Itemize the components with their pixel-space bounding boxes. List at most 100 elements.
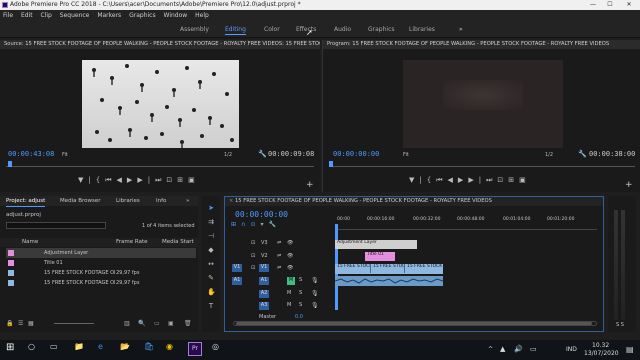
chrome-icon[interactable]: ◉ [166,342,173,351]
track-a3-solo-button[interactable]: S [299,302,302,308]
track-v1-eye-icon[interactable]: 👁 [287,265,293,271]
volume-icon[interactable]: 🔊 [514,345,523,353]
track-v3-sync-icon[interactable]: ⇌ [277,240,281,246]
tab-libraries[interactable]: Libraries [116,196,140,206]
menu-graphics[interactable]: Graphics [129,12,156,19]
mark-in-icon[interactable]: ▼ [409,176,419,184]
minimize-button[interactable]: — [586,0,600,10]
workspace-assembly[interactable]: Assembly [180,26,209,33]
step-back-icon[interactable]: ⏮ [436,176,447,184]
camera-icon[interactable]: ▣ [519,176,531,184]
menu-sequence[interactable]: Sequence [60,12,90,19]
program-settings-icon[interactable]: 🔧 [578,150,587,158]
clip-title[interactable]: Title 01 [365,252,395,261]
step-forward-icon[interactable]: ▶| [468,176,486,184]
type-tool-icon[interactable]: T [207,302,215,310]
workspace-color[interactable]: Color [264,26,280,33]
track-v2-toggle[interactable]: ⊡ [251,253,255,259]
tab-project[interactable]: Project: adjust [6,196,46,207]
source-resolution-select[interactable]: 1/2 [224,152,232,158]
edge-icon[interactable]: e [98,342,103,351]
hand-tool-icon[interactable]: ✋ [207,288,216,296]
menu-file[interactable]: File [3,12,13,19]
insert-icon[interactable]: ⊡ [166,176,177,184]
delete-icon[interactable]: 🗑 [184,320,192,327]
workspace-graphics[interactable]: Graphics [368,26,395,33]
clip-adjustment-layer[interactable]: Adjustment Layer [335,240,417,249]
lock-icon[interactable]: 🔒 [6,320,13,327]
track-a1-solo-button[interactable]: S [299,277,302,283]
razor-tool-icon[interactable]: ◆ [207,246,215,254]
step-forward-icon[interactable]: ▶| [137,176,155,184]
workspace-libraries[interactable]: Libraries [409,26,435,33]
solo-s-icon[interactable]: S S [616,322,624,328]
track-a3-label[interactable]: A3 [259,302,269,310]
program-timecode[interactable]: 00:00:00:00 [333,150,379,158]
tab-info[interactable]: Info [156,196,166,206]
project-item-title[interactable]: Title 01 [6,258,196,268]
master-volume-value[interactable]: 0.0 [295,314,303,320]
tray-arrow-icon[interactable]: ^ [488,346,493,353]
project-item-adjustment-layer[interactable]: Adjustment Layer [6,248,196,258]
source-fit-select[interactable]: Fit [62,152,68,158]
timeline-settings-icon[interactable]: 🔧 [268,221,280,228]
track-v3-toggle[interactable]: ⊡ [251,240,255,246]
automate-icon[interactable]: ▥ [124,320,130,327]
program-time-ruler[interactable] [329,162,635,167]
slip-tool-icon[interactable]: ↔ [207,260,215,268]
zoom-slider[interactable] [54,323,94,324]
source-video-frame[interactable] [82,60,239,148]
go-to-out-icon[interactable]: ⏭ [486,176,497,184]
timeline-tab[interactable]: × 15 FREE STOCK FOOTAGE OF PEOPLE WALKIN… [225,197,603,206]
track-v2-sync-icon[interactable]: ⇌ [277,253,281,259]
icon-view-icon[interactable]: ▦ [28,320,34,327]
ripple-edit-tool-icon[interactable]: ⊣ [207,232,215,240]
menu-clip[interactable]: Clip [41,12,52,19]
track-a2-mute-button[interactable]: M [287,290,291,296]
battery-icon[interactable]: ▭ [530,345,537,353]
track-v2-eye-icon[interactable]: 👁 [287,253,293,259]
store-icon[interactable]: 🛍 [144,342,154,351]
mark-out-icon[interactable]: | [419,176,426,184]
play-icon[interactable]: ▶ [127,176,137,184]
project-search-input[interactable] [6,222,106,229]
tabs-more-icon[interactable]: » [186,196,189,206]
windows-start-icon[interactable]: ⊞ [6,342,14,353]
new-item-icon[interactable]: ▣ [168,320,174,327]
source-add-button-icon[interactable]: + [306,180,314,190]
media-player-icon[interactable]: ◎ [212,342,219,351]
play-icon[interactable]: ▶ [458,176,468,184]
track-v1-sync-icon[interactable]: ⇌ [277,265,281,271]
lift-icon[interactable]: ⊡ [497,176,508,184]
source-a1-patch[interactable]: A1 [232,277,242,285]
menu-window[interactable]: Window [164,12,188,19]
linked-selection-icon[interactable]: ⊙ [250,221,260,228]
nest-icon[interactable]: ⊞ [231,221,241,228]
track-a2-mic-icon[interactable]: 🎙 [311,290,319,297]
track-a2-solo-button[interactable]: S [299,290,302,296]
program-fit-select[interactable]: Fit [403,152,409,158]
notification-icon[interactable]: ▤ [626,345,634,354]
camera-icon[interactable]: ▣ [188,176,200,184]
find-icon[interactable]: 🔍 [138,320,145,327]
go-to-out-icon[interactable]: ⏭ [155,176,166,184]
program-video-frame[interactable] [403,60,563,148]
col-media-start[interactable]: Media Start [162,238,194,247]
timeline-timecode[interactable]: 00:00:00:00 [235,210,288,219]
track-v1-label[interactable]: V1 [259,264,269,272]
mark-in-icon[interactable]: ▼ [78,176,88,184]
project-item-clip-2[interactable]: 15 FREE STOCK FOOTAGE OI 29,97 fps [6,278,196,288]
menu-edit[interactable]: Edit [21,12,33,19]
premiere-taskbar-icon[interactable]: Pr [188,342,202,356]
clock-date[interactable]: 13/07/2020 [584,350,619,357]
new-bin-icon[interactable]: ▭ [154,320,160,327]
list-view-icon[interactable]: ☰ [18,320,23,327]
source-timecode[interactable]: 00:00:43:08 [8,150,54,158]
mark-out-icon[interactable]: | [88,176,95,184]
program-playhead[interactable] [329,161,333,167]
overwrite-icon[interactable]: ⊞ [177,176,188,184]
clip-video-3[interactable]: 15 FREE STOCK FOOTAG [405,264,443,273]
pen-tool-icon[interactable]: ✎ [207,274,215,282]
workspace-editing[interactable]: Editing [225,26,246,35]
clip-video-1[interactable]: 15 FREE STOCK [335,264,371,273]
